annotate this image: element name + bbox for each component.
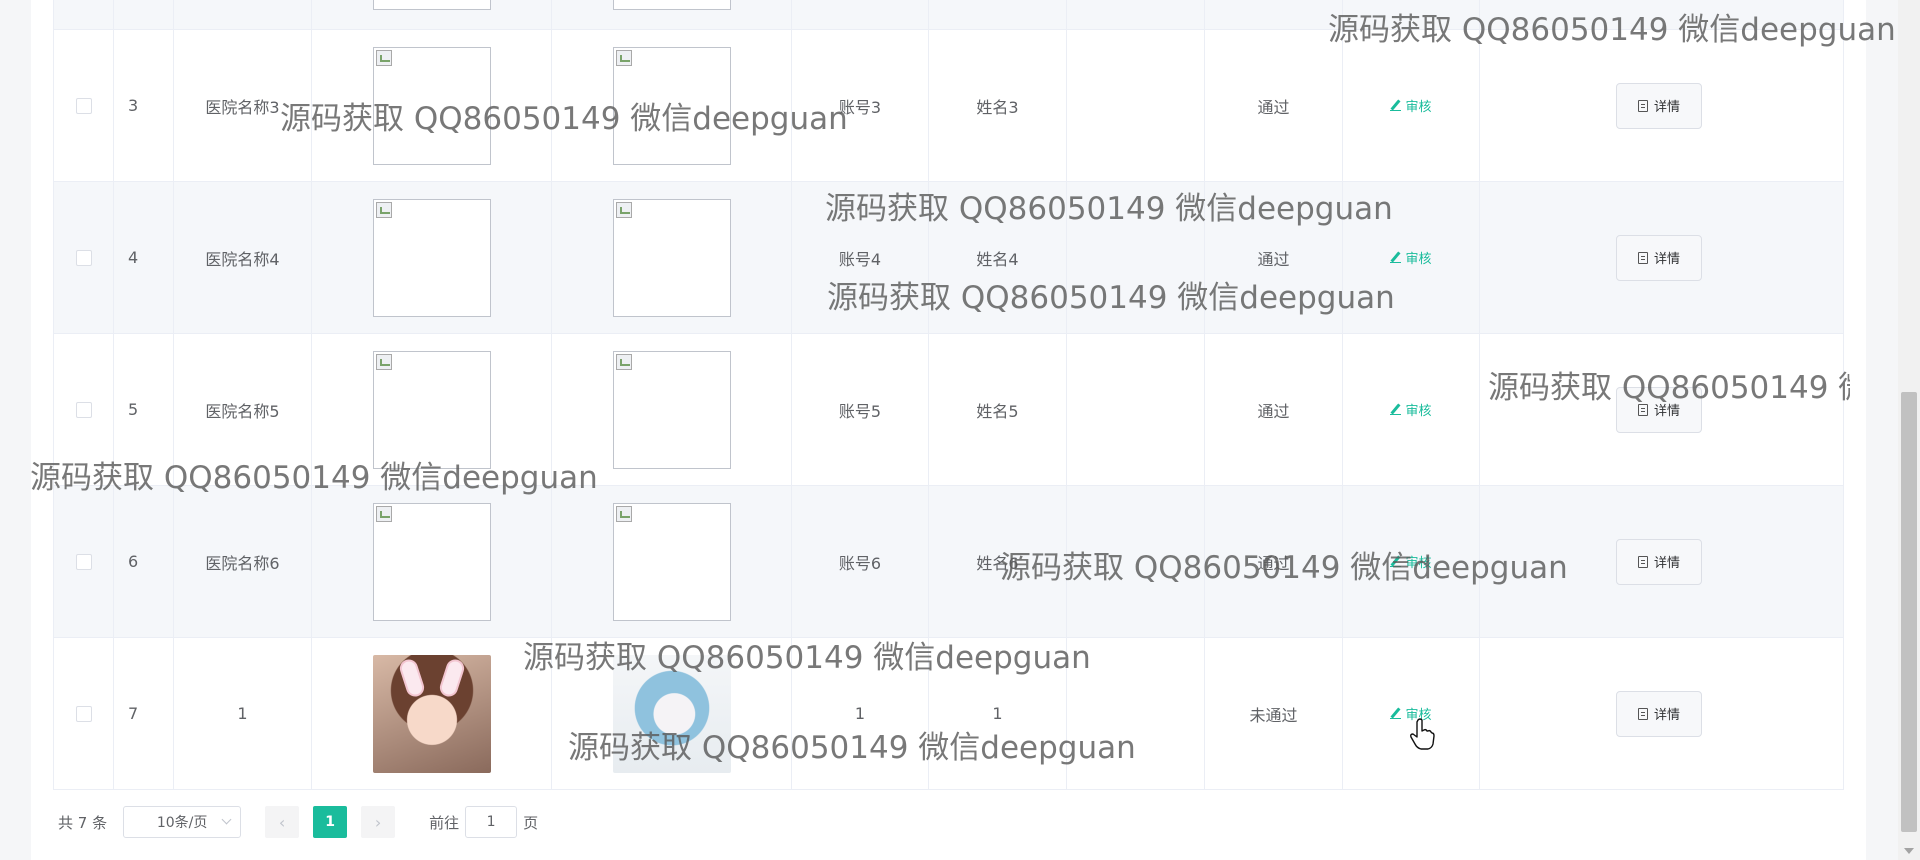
account-cell: 账号5 xyxy=(792,334,929,485)
page-size-select[interactable]: 10条/页 xyxy=(123,806,242,838)
name-cell: 姓名3 xyxy=(929,30,1067,181)
audit-button[interactable]: 审核 xyxy=(1390,96,1432,115)
hospital-name: 医院名称3 xyxy=(174,30,312,181)
goto-suffix: 页 xyxy=(523,813,539,832)
detail-button[interactable]: 详情 xyxy=(1616,538,1702,585)
broken-image-icon xyxy=(615,49,632,66)
data-table: 3 医院名称3 账号3 姓名3 通过 审核 详情 4 医院名称4 账号4 姓名4… xyxy=(53,0,1844,790)
chevron-left-icon: ‹ xyxy=(278,812,286,832)
image-thumbnail[interactable] xyxy=(372,0,491,10)
image-thumbnail[interactable] xyxy=(372,198,491,317)
row-index: 7 xyxy=(114,638,174,789)
pagination: 共 7 条 10条/页 ‹ 1 › 前往 1 页 xyxy=(58,804,538,840)
hospital-name: 医院名称4 xyxy=(174,182,312,333)
table-row: 5 医院名称5 账号5 姓名5 通过 审核 详情 xyxy=(54,334,1843,486)
image-thumbnail[interactable] xyxy=(612,46,731,165)
name-cell: 姓名6 xyxy=(929,486,1067,637)
photo-thumbnail[interactable] xyxy=(372,654,491,773)
row-index: 6 xyxy=(114,486,174,637)
hospital-name: 1 xyxy=(174,638,312,789)
broken-image-icon xyxy=(375,505,392,522)
broken-image-icon xyxy=(375,353,392,370)
table-row: 6 医院名称6 账号6 姓名6 通过 审核 详情 xyxy=(54,486,1843,638)
status-cell: 通过 xyxy=(1205,30,1343,181)
pencil-icon xyxy=(1390,556,1402,567)
next-page-button[interactable]: › xyxy=(361,806,396,838)
broken-image-icon xyxy=(375,201,392,218)
hospital-name: 医院名称6 xyxy=(174,486,312,637)
total-count: 共 7 条 xyxy=(58,813,108,832)
broken-image-icon xyxy=(615,505,632,522)
detail-button[interactable]: 详情 xyxy=(1616,690,1702,737)
photo-thumbnail[interactable] xyxy=(612,654,731,773)
account-cell: 账号3 xyxy=(792,30,929,181)
name-cell: 姓名4 xyxy=(929,182,1067,333)
chevron-down-icon xyxy=(221,814,232,825)
doc-icon xyxy=(1637,251,1648,264)
pencil-icon xyxy=(1390,100,1402,111)
row-checkbox[interactable] xyxy=(75,401,92,418)
row-checkbox[interactable] xyxy=(75,553,92,570)
pencil-icon xyxy=(1390,708,1402,719)
pencil-icon xyxy=(1390,252,1402,263)
image-thumbnail[interactable] xyxy=(612,0,731,10)
status-cell: 通过 xyxy=(1205,486,1343,637)
account-cell: 账号6 xyxy=(792,486,929,637)
image-thumbnail[interactable] xyxy=(372,350,491,469)
table-row: 4 医院名称4 账号4 姓名4 通过 审核 详情 xyxy=(54,182,1843,334)
name-cell: 1 xyxy=(929,638,1067,789)
audit-button[interactable]: 审核 xyxy=(1390,552,1432,571)
status-cell: 未通过 xyxy=(1205,638,1343,789)
doc-icon xyxy=(1637,99,1648,112)
image-thumbnail[interactable] xyxy=(612,502,731,621)
chevron-right-icon: › xyxy=(374,812,382,832)
row-index: 4 xyxy=(114,182,174,333)
broken-image-icon xyxy=(615,201,632,218)
broken-image-icon xyxy=(615,353,632,370)
table-row: 3 医院名称3 账号3 姓名3 通过 审核 详情 xyxy=(54,30,1843,182)
image-thumbnail[interactable] xyxy=(612,350,731,469)
detail-button[interactable]: 详情 xyxy=(1616,82,1702,129)
detail-button[interactable]: 详情 xyxy=(1616,386,1702,433)
hand-pointer-icon xyxy=(1410,718,1435,750)
row-index: 5 xyxy=(114,334,174,485)
status-cell: 通过 xyxy=(1205,182,1343,333)
image-thumbnail[interactable] xyxy=(372,502,491,621)
goto-label: 前往 xyxy=(429,813,460,832)
doc-icon xyxy=(1637,403,1648,416)
doc-icon xyxy=(1637,555,1648,568)
audit-button[interactable]: 审核 xyxy=(1390,400,1432,419)
name-cell: 姓名5 xyxy=(929,334,1067,485)
goto-page-input[interactable]: 1 xyxy=(465,806,518,838)
scrollbar-thumb[interactable] xyxy=(1901,392,1917,832)
prev-page-button[interactable]: ‹ xyxy=(265,806,300,838)
detail-button[interactable]: 详情 xyxy=(1616,234,1702,281)
page-number-button[interactable]: 1 xyxy=(313,806,348,838)
doc-icon xyxy=(1637,707,1648,720)
vertical-scrollbar[interactable] xyxy=(1898,0,1920,860)
row-checkbox[interactable] xyxy=(75,705,92,722)
image-thumbnail[interactable] xyxy=(372,46,491,165)
image-thumbnail[interactable] xyxy=(612,198,731,317)
broken-image-icon xyxy=(375,49,392,66)
status-cell: 通过 xyxy=(1205,334,1343,485)
table-row: 7 1 1 1 未通过 审核 详情 xyxy=(54,638,1843,790)
row-checkbox[interactable] xyxy=(75,249,92,266)
row-checkbox[interactable] xyxy=(75,97,92,114)
account-cell: 账号4 xyxy=(792,182,929,333)
hospital-name: 医院名称5 xyxy=(174,334,312,485)
audit-button[interactable]: 审核 xyxy=(1390,248,1432,267)
table-row xyxy=(54,0,1843,30)
row-index: 3 xyxy=(114,30,174,181)
pencil-icon xyxy=(1390,404,1402,415)
account-cell: 1 xyxy=(792,638,929,789)
scroll-down-arrow-icon[interactable] xyxy=(1904,848,1914,854)
